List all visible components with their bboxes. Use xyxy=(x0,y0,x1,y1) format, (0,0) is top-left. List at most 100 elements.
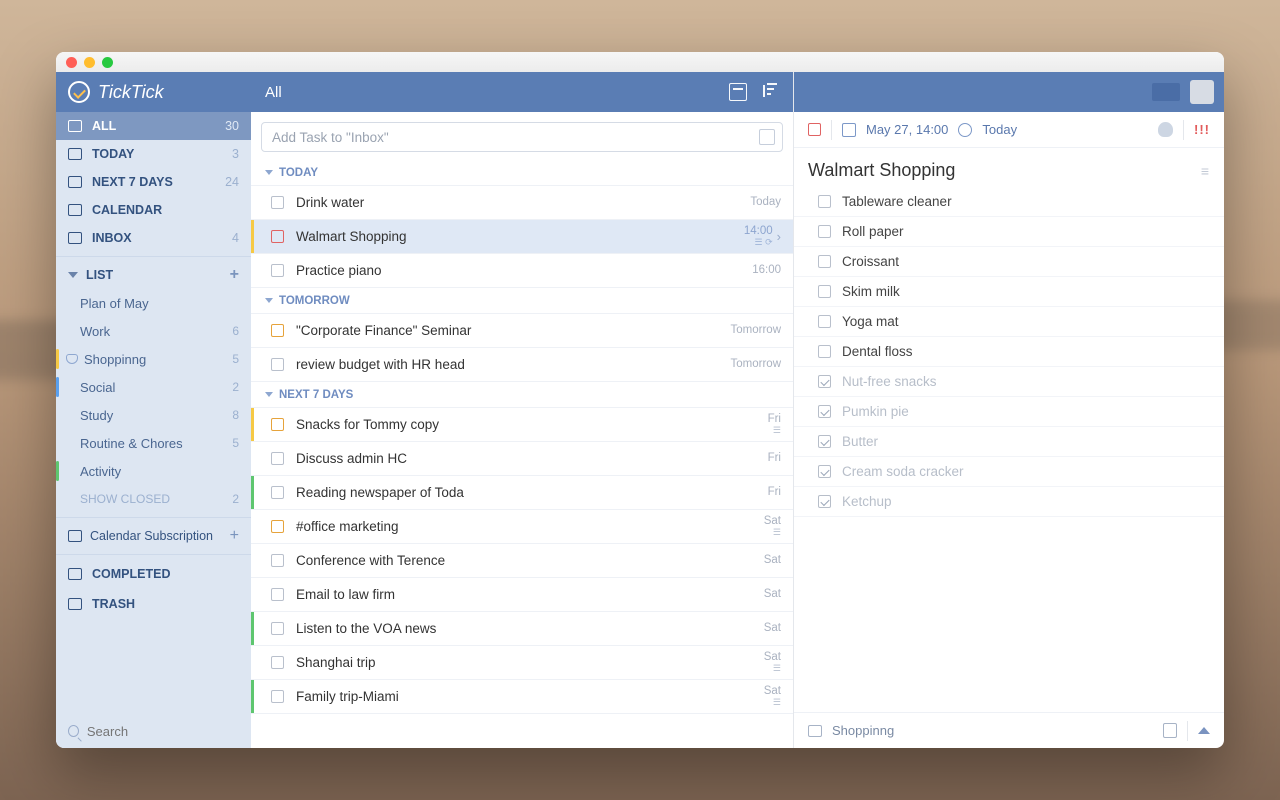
checklist-checkbox[interactable] xyxy=(818,345,831,358)
search-input[interactable] xyxy=(87,724,239,739)
task-group-header[interactable]: TOMORROW xyxy=(251,288,793,314)
sidebar-list-social[interactable]: Social2 xyxy=(56,373,251,401)
add-task-input[interactable] xyxy=(261,122,783,152)
checklist-checkbox[interactable] xyxy=(818,375,831,388)
task-checkbox[interactable] xyxy=(271,418,284,431)
task-checkbox[interactable] xyxy=(271,690,284,703)
task-checkbox[interactable] xyxy=(271,324,284,337)
sidebar-list-work[interactable]: Work6 xyxy=(56,317,251,345)
sidebar-list-plan-of-may[interactable]: Plan of May xyxy=(56,289,251,317)
task-title: Shanghai trip xyxy=(296,655,376,670)
sync-status-chip[interactable] xyxy=(1152,83,1180,101)
task-checkbox[interactable] xyxy=(271,554,284,567)
task-group-header[interactable]: TODAY xyxy=(251,160,793,186)
checklist-item[interactable]: Pumkin pie xyxy=(794,397,1224,427)
sidebar-smart-calendar[interactable]: CALENDAR xyxy=(56,196,251,224)
checklist-checkbox[interactable] xyxy=(818,195,831,208)
sidebar-list-activity[interactable]: Activity xyxy=(56,457,251,485)
task-title: review budget with HR head xyxy=(296,357,465,372)
task-row[interactable]: #office marketing Sat☰ xyxy=(251,510,793,544)
sidebar-list-routine-&-chores[interactable]: Routine & Chores5 xyxy=(56,429,251,457)
zoom-window-button[interactable] xyxy=(102,57,113,68)
sidebar-list-study[interactable]: Study8 xyxy=(56,401,251,429)
collapse-icon[interactable] xyxy=(1198,727,1210,734)
checklist-item[interactable]: Dental floss xyxy=(794,337,1224,367)
checklist-checkbox[interactable] xyxy=(818,225,831,238)
close-window-button[interactable] xyxy=(66,57,77,68)
sidebar-smart-inbox[interactable]: INBOX 4 xyxy=(56,224,251,252)
task-checkbox[interactable] xyxy=(271,452,284,465)
show-closed[interactable]: SHOW CLOSED 2 xyxy=(56,485,251,513)
archive-icon[interactable] xyxy=(729,83,747,101)
task-checkbox[interactable] xyxy=(271,486,284,499)
checklist-item[interactable]: Skim milk xyxy=(794,277,1224,307)
task-complete-checkbox[interactable] xyxy=(808,123,821,136)
checklist-checkbox[interactable] xyxy=(818,315,831,328)
add-list-button[interactable]: + xyxy=(230,266,239,284)
checklist-item[interactable]: Tableware cleaner xyxy=(794,187,1224,217)
detail-list-name[interactable]: Shoppinng xyxy=(832,723,894,738)
task-row[interactable]: Drink water Today xyxy=(251,186,793,220)
task-row[interactable]: review budget with HR head Tomorrow xyxy=(251,348,793,382)
checklist-checkbox[interactable] xyxy=(818,495,831,508)
trash-icon[interactable] xyxy=(1163,723,1177,738)
task-row[interactable]: Walmart Shopping 14:00☰ ⟳› xyxy=(251,220,793,254)
checklist-checkbox[interactable] xyxy=(818,285,831,298)
checklist-checkbox[interactable] xyxy=(818,435,831,448)
calendar-subscription[interactable]: Calendar Subscription + xyxy=(56,522,251,550)
sidebar-smart-today[interactable]: TODAY 3 xyxy=(56,140,251,168)
checklist-label: Nut-free snacks xyxy=(842,374,937,389)
repeat-icon[interactable] xyxy=(958,123,972,137)
more-menu-icon[interactable]: ≡ xyxy=(1201,163,1210,179)
task-checkbox[interactable] xyxy=(271,196,284,209)
detail-pane-header xyxy=(794,72,1224,112)
checklist-item[interactable]: Butter xyxy=(794,427,1224,457)
task-group-header[interactable]: NEXT 7 DAYS xyxy=(251,382,793,408)
task-row[interactable]: Practice piano 16:00 xyxy=(251,254,793,288)
checklist-item[interactable]: Croissant xyxy=(794,247,1224,277)
task-checkbox[interactable] xyxy=(271,622,284,635)
checklist-item[interactable]: Cream soda cracker xyxy=(794,457,1224,487)
task-checkbox[interactable] xyxy=(271,230,284,243)
minimize-window-button[interactable] xyxy=(84,57,95,68)
assignee-icon[interactable] xyxy=(1158,122,1173,137)
task-repeat[interactable]: Today xyxy=(982,122,1017,137)
completed-link[interactable]: COMPLETED xyxy=(56,559,251,589)
checklist-checkbox[interactable] xyxy=(818,405,831,418)
task-checkbox[interactable] xyxy=(271,588,284,601)
sidebar-list-shoppinng[interactable]: Shoppinng5 xyxy=(56,345,251,373)
task-row[interactable]: Email to law firm Sat xyxy=(251,578,793,612)
list-section-header[interactable]: LIST + xyxy=(56,261,251,289)
task-row[interactable]: Shanghai trip Sat☰ xyxy=(251,646,793,680)
calendar-icon[interactable] xyxy=(842,123,856,137)
task-row[interactable]: Conference with Terence Sat xyxy=(251,544,793,578)
calendar-icon[interactable] xyxy=(759,129,775,145)
checklist-checkbox[interactable] xyxy=(818,465,831,478)
avatar[interactable] xyxy=(1190,80,1214,104)
task-checkbox[interactable] xyxy=(271,656,284,669)
checklist-item[interactable]: Ketchup xyxy=(794,487,1224,517)
checklist-item[interactable]: Nut-free snacks xyxy=(794,367,1224,397)
task-due-date[interactable]: May 27, 14:00 xyxy=(866,122,948,137)
task-title[interactable]: Walmart Shopping xyxy=(808,160,955,181)
task-checkbox[interactable] xyxy=(271,358,284,371)
task-checkbox[interactable] xyxy=(271,264,284,277)
search-row[interactable] xyxy=(56,714,251,748)
checklist-item[interactable]: Roll paper xyxy=(794,217,1224,247)
task-row[interactable]: Reading newspaper of Toda Fri xyxy=(251,476,793,510)
sort-icon[interactable] xyxy=(761,83,779,101)
sidebar-smart-all[interactable]: ALL 30 xyxy=(56,112,251,140)
checklist-checkbox[interactable] xyxy=(818,255,831,268)
sidebar-smart-next-7-days[interactable]: NEXT 7 DAYS 24 xyxy=(56,168,251,196)
priority-indicator[interactable]: !!! xyxy=(1194,122,1210,137)
add-calendar-button[interactable]: + xyxy=(230,527,239,545)
task-checkbox[interactable] xyxy=(271,520,284,533)
task-row[interactable]: Listen to the VOA news Sat xyxy=(251,612,793,646)
checklist-item[interactable]: Yoga mat xyxy=(794,307,1224,337)
trash-link[interactable]: TRASH xyxy=(56,589,251,619)
task-row[interactable]: Snacks for Tommy copy Fri☰ xyxy=(251,408,793,442)
task-row[interactable]: Family trip-Miami Sat☰ xyxy=(251,680,793,714)
sidebar: TickTick ALL 30 TODAY 3 NEXT 7 DAYS 24 C… xyxy=(56,72,251,748)
task-row[interactable]: "Corporate Finance" Seminar Tomorrow xyxy=(251,314,793,348)
task-row[interactable]: Discuss admin HC Fri xyxy=(251,442,793,476)
